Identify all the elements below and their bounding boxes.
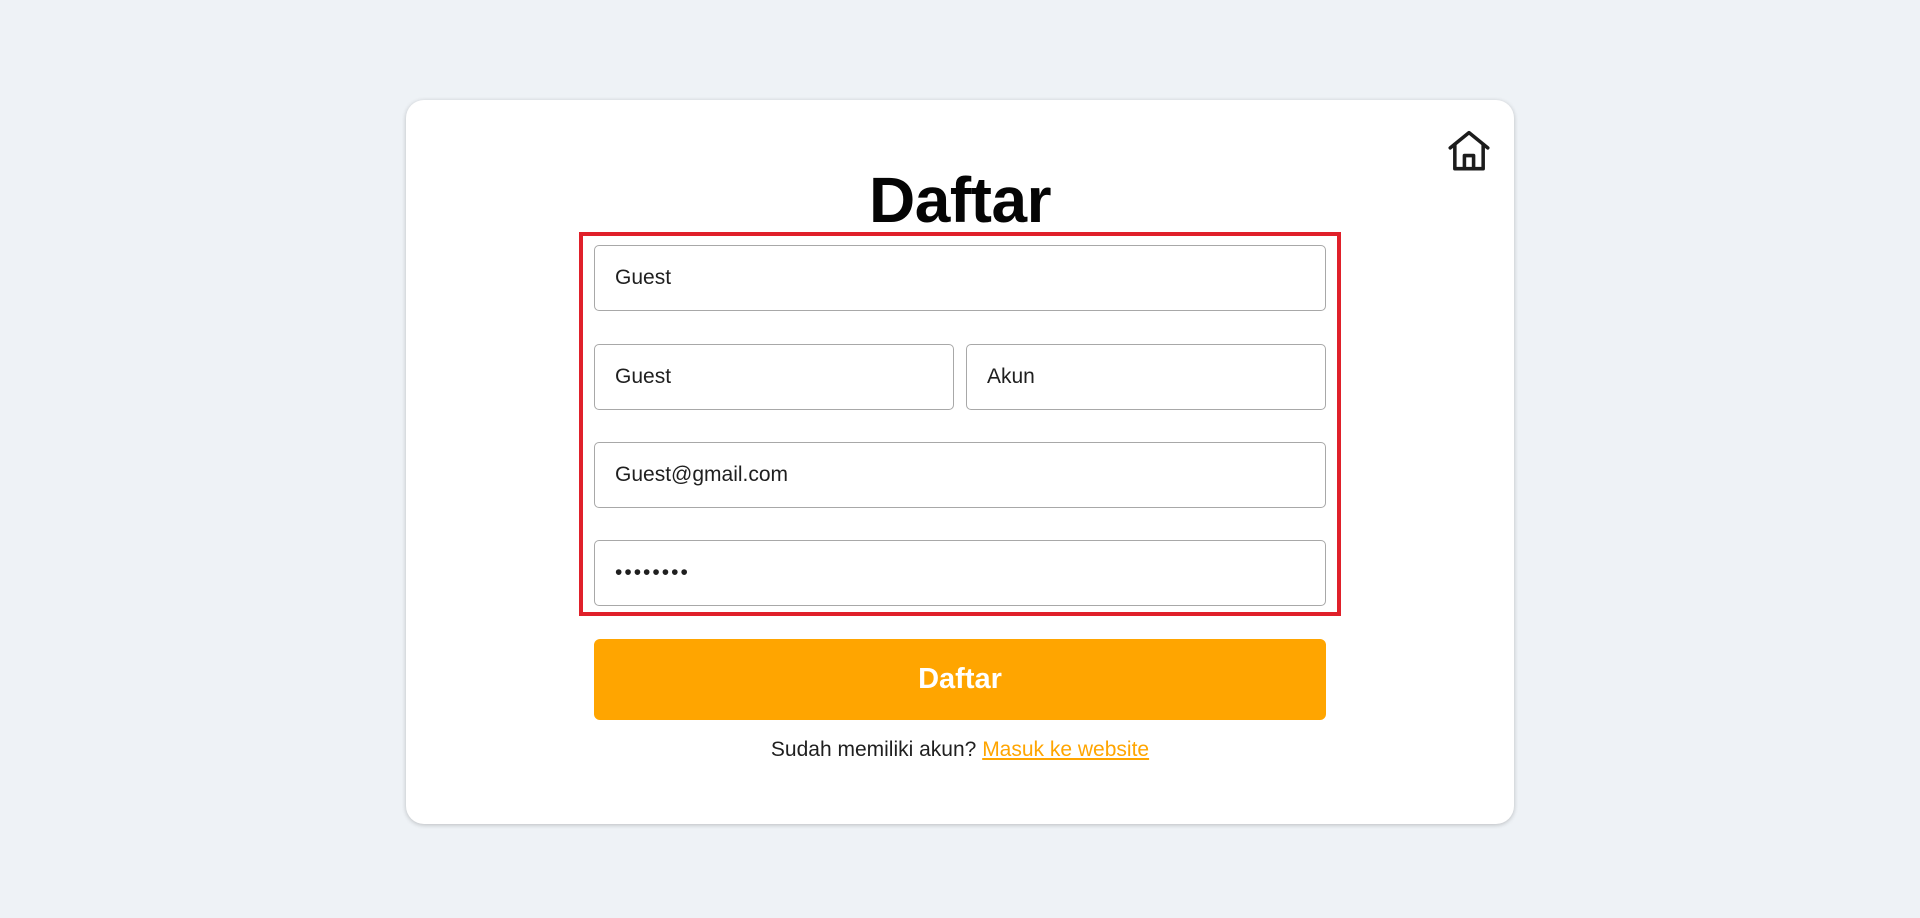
login-prompt-text: Sudah memiliki akun? [770,738,977,761]
page-title: Daftar [869,164,1051,236]
last-name-input[interactable] [966,344,1326,410]
login-link[interactable]: Masuk ke website [982,738,1149,761]
register-card: Daftar Daftar Sudah memiliki akun? Masuk… [406,100,1514,824]
register-button[interactable]: Daftar [594,639,1326,720]
username-input[interactable] [594,245,1326,311]
password-input[interactable] [594,540,1326,606]
email-input[interactable] [594,442,1326,508]
login-prompt: Sudah memiliki akun? Masuk ke website [406,738,1514,762]
first-name-input[interactable] [594,344,954,410]
